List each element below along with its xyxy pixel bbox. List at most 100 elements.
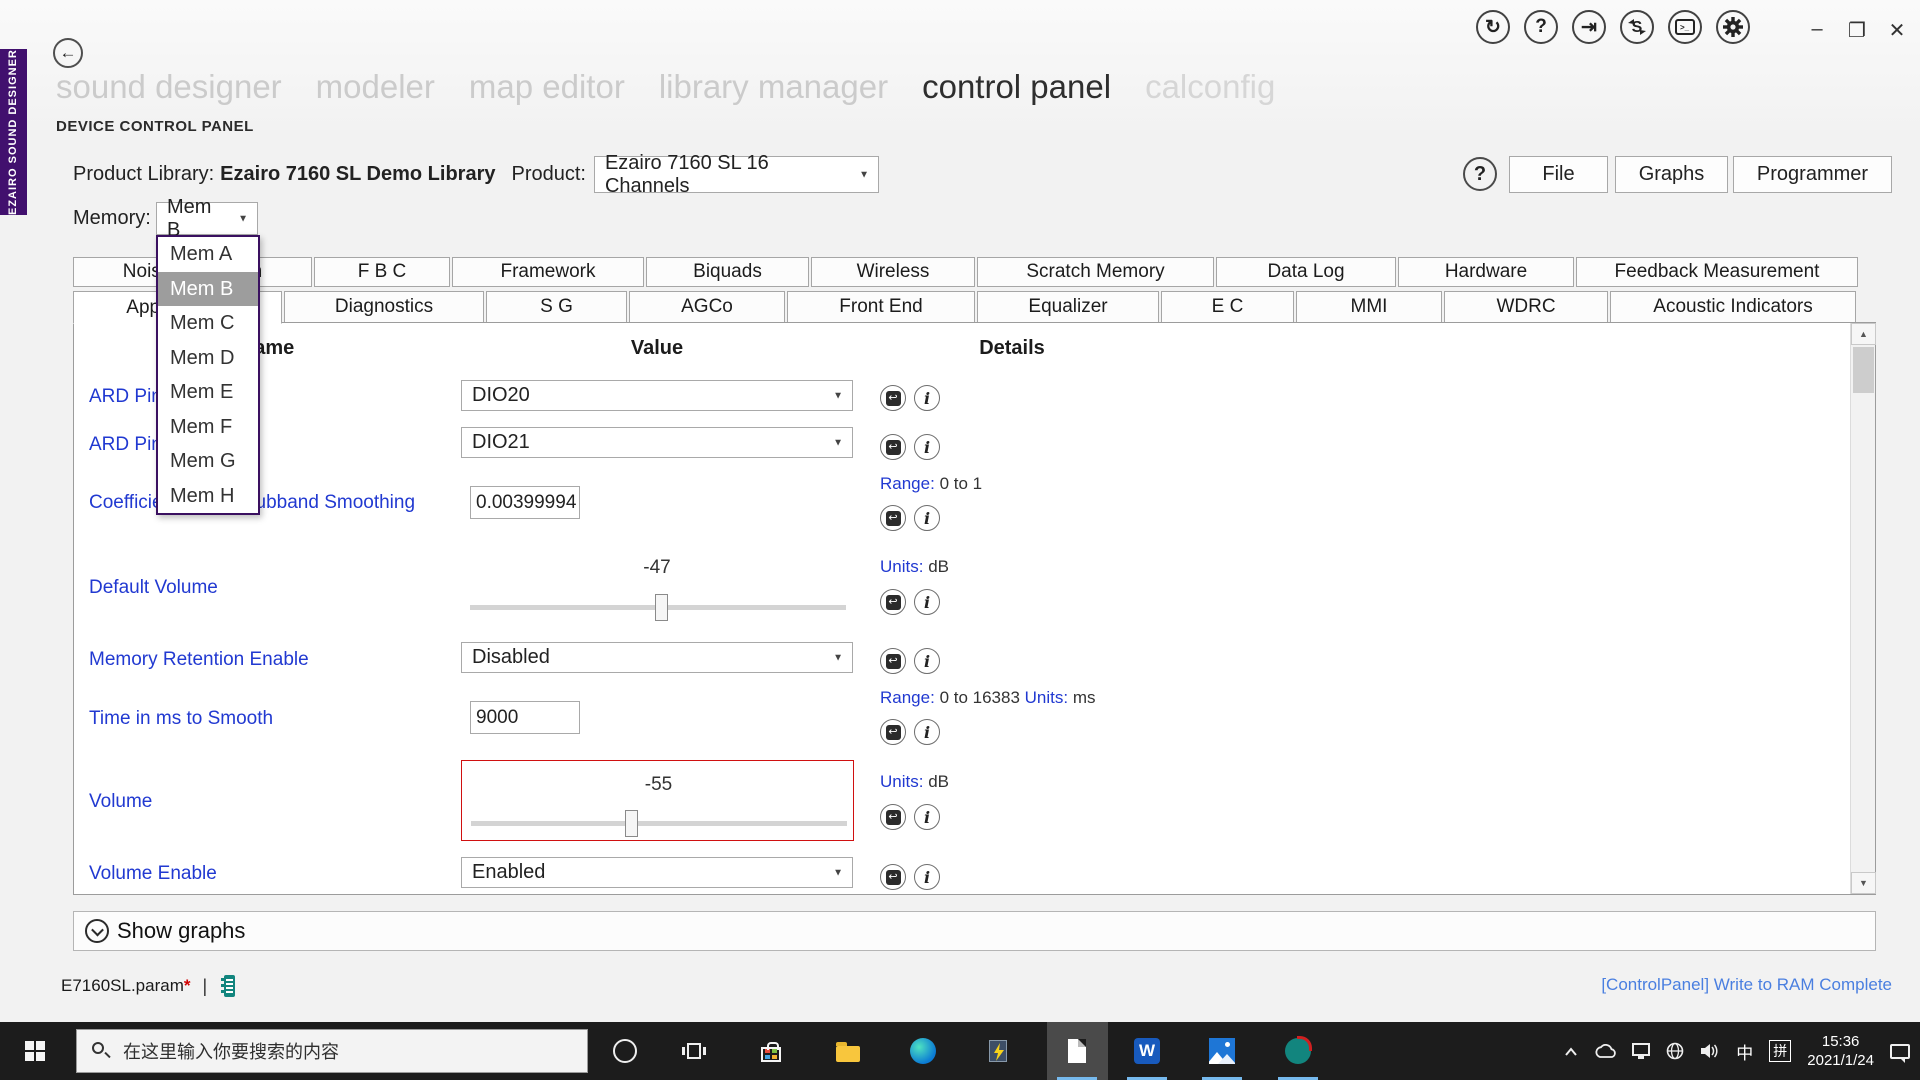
onedrive-cloud-icon[interactable] (1594, 1044, 1616, 1059)
store-button[interactable] (747, 1022, 795, 1080)
info-icon[interactable]: i (914, 434, 940, 460)
nav-control-panel[interactable]: control panel (922, 68, 1111, 106)
info-icon[interactable]: i (914, 505, 940, 531)
info-icon[interactable]: i (914, 589, 940, 615)
nav-calconfig[interactable]: calconfig (1145, 68, 1275, 106)
taskbar-search[interactable]: 在这里输入你要搜索的内容 (76, 1029, 588, 1073)
memory-option-d[interactable]: Mem D (158, 341, 258, 376)
param-link-ard-pin-2[interactable]: ARD Pin (89, 434, 162, 456)
vertical-scrollbar[interactable]: ▲ ▼ (1850, 323, 1875, 894)
tab-diagnostics[interactable]: Diagnostics (284, 291, 484, 323)
network-globe-icon[interactable] (1666, 1042, 1684, 1060)
show-graphs-bar[interactable]: Show graphs (73, 911, 1876, 951)
graphs-button[interactable]: Graphs (1615, 156, 1728, 193)
file-button[interactable]: File (1509, 156, 1608, 193)
action-center-icon[interactable] (1890, 1044, 1910, 1059)
param-link-time-to-smooth[interactable]: Time in ms to Smooth (89, 708, 273, 730)
tab-agco[interactable]: AGCo (629, 291, 785, 323)
teal-app-button[interactable] (1274, 1022, 1322, 1080)
display-icon[interactable] (1632, 1043, 1650, 1056)
revert-icon[interactable]: ↩ (880, 589, 906, 615)
revert-icon[interactable]: ↩ (880, 434, 906, 460)
scroll-down-icon[interactable]: ▼ (1851, 872, 1876, 894)
restore-button[interactable]: ❐ (1848, 18, 1866, 43)
volume-enable-select[interactable]: Enabled▼ (461, 857, 853, 888)
nav-sound-designer[interactable]: sound designer (56, 68, 282, 106)
tab-hardware[interactable]: Hardware (1398, 257, 1574, 287)
info-icon[interactable]: i (914, 648, 940, 674)
sound-designer-doc-button[interactable] (1053, 1022, 1101, 1080)
edge-button[interactable] (899, 1022, 947, 1080)
nav-modeler[interactable]: modeler (316, 68, 435, 106)
coefficient-input[interactable]: 0.00399994 (470, 486, 580, 519)
revert-icon[interactable]: ↩ (880, 505, 906, 531)
back-button[interactable]: ← (53, 38, 83, 68)
param-link-default-volume[interactable]: Default Volume (89, 577, 218, 599)
photos-button[interactable] (1198, 1022, 1246, 1080)
memory-option-b[interactable]: Mem B (158, 272, 258, 307)
ard-pin-2-select[interactable]: DIO21▼ (461, 427, 853, 458)
param-link-volume[interactable]: Volume (89, 791, 152, 813)
tab-ec[interactable]: E C (1161, 291, 1294, 323)
programmer-button[interactable]: Programmer (1733, 156, 1892, 193)
minimize-button[interactable]: – (1808, 18, 1826, 43)
taskbar-clock[interactable]: 15:36 2021/1/24 (1807, 1032, 1874, 1070)
info-icon[interactable]: i (914, 804, 940, 830)
memory-option-a[interactable]: Mem A (158, 237, 258, 272)
revert-icon[interactable]: ↩ (880, 385, 906, 411)
memory-select[interactable]: Mem B ▼ (156, 202, 258, 235)
tab-data-log[interactable]: Data Log (1216, 257, 1396, 287)
nav-map-editor[interactable]: map editor (469, 68, 625, 106)
word-button[interactable]: W (1123, 1022, 1171, 1080)
settings-gear-icon[interactable] (1716, 10, 1750, 44)
info-icon[interactable]: i (914, 385, 940, 411)
hidden-icons-chevron[interactable] (1564, 1047, 1578, 1056)
memory-option-e[interactable]: Mem E (158, 375, 258, 410)
memory-option-h[interactable]: Mem H (158, 479, 258, 514)
param-link-volume-enable[interactable]: Volume Enable (89, 863, 217, 885)
tab-acoustic-indicators[interactable]: Acoustic Indicators (1610, 291, 1856, 323)
tab-wdrc[interactable]: WDRC (1444, 291, 1608, 323)
product-select[interactable]: Ezairo 7160 SL 16 Channels ▼ (594, 156, 879, 193)
programmer-app-button[interactable] (974, 1022, 1022, 1080)
console-icon[interactable]: >_ (1668, 10, 1702, 44)
time-to-smooth-input[interactable]: 9000 (470, 701, 580, 734)
load-device-icon[interactable]: ⇥ (1572, 10, 1606, 44)
cortana-button[interactable] (601, 1022, 649, 1080)
file-explorer-button[interactable] (824, 1022, 872, 1080)
ime-mode-indicator[interactable]: 拼 (1769, 1040, 1791, 1062)
memory-option-f[interactable]: Mem F (158, 410, 258, 445)
tab-wireless[interactable]: Wireless (811, 257, 975, 287)
tab-mmi[interactable]: MMI (1296, 291, 1442, 323)
tab-front-end[interactable]: Front End (787, 291, 975, 323)
tab-scratch-memory[interactable]: Scratch Memory (977, 257, 1214, 287)
param-link-memory-retention[interactable]: Memory Retention Enable (89, 649, 309, 671)
memory-retention-select[interactable]: Disabled▼ (461, 642, 853, 673)
scroll-up-icon[interactable]: ▲ (1851, 323, 1876, 345)
memory-option-g[interactable]: Mem G (158, 444, 258, 479)
memory-option-c[interactable]: Mem C (158, 306, 258, 341)
slider-thumb[interactable] (655, 594, 668, 621)
refresh-icon[interactable]: ↻ (1476, 10, 1510, 44)
context-help-button[interactable]: ? (1463, 157, 1497, 191)
info-icon[interactable]: i (914, 864, 940, 890)
scrollbar-thumb[interactable] (1853, 347, 1874, 393)
start-button[interactable] (0, 1022, 70, 1080)
tab-framework[interactable]: Framework (452, 257, 644, 287)
revert-icon[interactable]: ↩ (880, 648, 906, 674)
slider-thumb[interactable] (625, 810, 638, 837)
speaker-icon[interactable] (1700, 1043, 1720, 1059)
tab-fbc[interactable]: F B C (314, 257, 450, 287)
tab-sg[interactable]: S G (486, 291, 627, 323)
revert-icon[interactable]: ↩ (880, 804, 906, 830)
tab-feedback-measurement[interactable]: Feedback Measurement (1576, 257, 1858, 287)
task-view-button[interactable] (670, 1022, 718, 1080)
close-button[interactable]: ✕ (1888, 18, 1906, 43)
param-link-ard-pin-1[interactable]: ARD Pin (89, 386, 162, 408)
ard-pin-1-select[interactable]: DIO20▼ (461, 380, 853, 411)
ime-language-indicator[interactable]: 中 (1736, 1039, 1753, 1064)
help-icon[interactable]: ? (1524, 10, 1558, 44)
nav-library-manager[interactable]: library manager (659, 68, 888, 106)
revert-icon[interactable]: ↩ (880, 719, 906, 745)
tab-equalizer[interactable]: Equalizer (977, 291, 1159, 323)
